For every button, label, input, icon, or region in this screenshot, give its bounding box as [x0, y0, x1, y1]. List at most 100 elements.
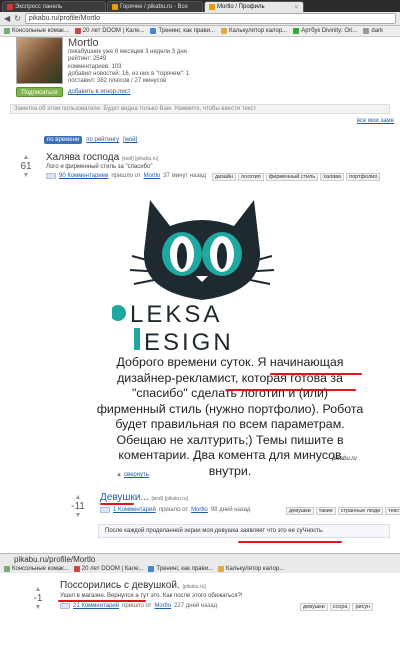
post-actions-icon[interactable]: [60, 603, 70, 609]
bookmark-icon: [150, 28, 157, 34]
bookmark-item[interactable]: 20 лет DOOM | Кале...: [74, 28, 144, 34]
collapse-icon: ▲: [116, 472, 122, 478]
logo-o-icon: [112, 305, 126, 321]
browser-tab[interactable]: Экспресс панель: [2, 1, 106, 12]
post-quote: После каждой проделанной херни моя девуш…: [98, 524, 390, 538]
underline-mark: [270, 373, 362, 375]
overlay-browser-bar: pikabu.ru/profile/Mortlo Консольные кома…: [0, 553, 400, 573]
tab-favicon-icon: [112, 4, 118, 10]
bookmark-icon: [74, 28, 81, 34]
underline-mark: [226, 389, 356, 391]
tag[interactable]: рисун: [352, 603, 374, 611]
reload-icon[interactable]: ↻: [14, 14, 21, 23]
overlay-bookmarks: Консольные комак... 20 лет DOOM | Кале..…: [0, 564, 400, 574]
post-title[interactable]: Поссорились с девушкой. [pikabu.ru]: [60, 580, 206, 591]
collapse-toggle[interactable]: ▲ свернуть: [116, 472, 149, 478]
profile-rating: рейтинг: 2549: [68, 56, 107, 63]
browser-tab[interactable]: Горячее / pikabu.ru - Все: [107, 1, 203, 12]
author-link[interactable]: Mortlo: [154, 603, 171, 609]
tag[interactable]: фирменный стиль: [265, 173, 319, 181]
sort-by-rating[interactable]: по рейтингу: [86, 137, 119, 143]
add-to-ignore-link[interactable]: добавить в игнор-лист: [68, 89, 131, 95]
author-link[interactable]: Mortlo: [191, 507, 208, 513]
post-rating: ▲ 61 ▼: [14, 154, 38, 179]
comments-link[interactable]: 21 Комментарий: [73, 603, 119, 609]
tag[interactable]: халява: [320, 173, 345, 181]
post-title[interactable]: Девушки... [мой] [pikabu.ru]: [100, 492, 188, 503]
tag[interactable]: девушки: [286, 507, 314, 515]
bookmark-item[interactable]: Консольные комак...: [4, 28, 69, 34]
tab-favicon-icon: [7, 4, 13, 10]
bookmark-icon: [363, 28, 370, 34]
bookmark-icon: [293, 28, 300, 34]
author-link[interactable]: Mortlo: [144, 173, 161, 179]
tag[interactable]: дизайн: [212, 173, 236, 181]
bookmark-icon: [148, 566, 155, 572]
rating-value: -1: [33, 593, 43, 604]
sort-controls: по времени по рейтингу [мой]: [44, 136, 137, 144]
comments-link[interactable]: 1 Комментарий: [113, 507, 156, 513]
profile-comments: комментариев: 103: [68, 63, 122, 70]
post-meta: 90 Комментариев пришло от Mortlo 37 мину…: [46, 173, 206, 179]
logo-d-icon: [134, 328, 140, 350]
bookmark-item[interactable]: Артбук Divinity: Ori...: [293, 28, 357, 34]
upvote-icon[interactable]: ▲: [14, 154, 38, 161]
bookmark-item[interactable]: Тренинг, как прави...: [150, 28, 215, 34]
comments-link[interactable]: 90 Комментариев: [59, 173, 108, 179]
tag[interactable]: ссора: [329, 603, 351, 611]
subscribe-button[interactable]: Подписаться: [16, 87, 63, 97]
bookmark-icon: [4, 28, 10, 34]
bookmark-icon: [218, 566, 225, 572]
post-title-extra: [pikabu.ru]: [182, 584, 206, 590]
post-actions-icon[interactable]: [100, 507, 110, 513]
underline-mark: [100, 503, 134, 505]
browser-tab-bar: Экспресс панель Горячее / pikabu.ru - Вс…: [0, 0, 400, 12]
post-tags: девушки ссора рисун: [300, 603, 374, 611]
downvote-icon[interactable]: ▼: [66, 512, 90, 519]
post-meta: 21 Комментарий пришло от Mortlo 227 дней…: [60, 603, 217, 609]
post-title[interactable]: Халява господа [мой] [pikabu.ru]: [46, 152, 158, 163]
underline-mark: [58, 600, 146, 602]
tag[interactable]: текст: [385, 507, 400, 515]
post-tags: дизайн логотип фирменный стиль халява по…: [212, 173, 381, 181]
downvote-icon[interactable]: ▼: [14, 172, 38, 179]
post-subtitle: Ушел в магазин. Вернулся а тут это. Как …: [60, 593, 243, 599]
upvote-icon[interactable]: ▲: [66, 494, 90, 501]
url-input[interactable]: pikabu.ru/profile/Mortlo: [24, 13, 396, 24]
tag[interactable]: такие: [315, 507, 336, 515]
tag[interactable]: странные люди: [337, 507, 384, 515]
back-icon[interactable]: ◀: [4, 14, 10, 23]
post-subtitle: Лого и фирменный стиль за "спасибо": [46, 164, 153, 170]
sort-by-time[interactable]: по времени: [44, 136, 83, 144]
post-tags: девушки такие странные люди текст: [286, 507, 400, 515]
address-bar: ◀ ↻ pikabu.ru/profile/Mortlo: [0, 12, 400, 26]
all-my-notes-link[interactable]: все мои заме: [357, 118, 394, 124]
tag[interactable]: портфолио: [346, 173, 381, 181]
post-actions-icon[interactable]: [46, 173, 56, 179]
bookmark-item[interactable]: dark: [363, 28, 383, 34]
bookmark-item[interactable]: Тренинг, как прави...: [148, 566, 213, 572]
post-meta: 1 Комментарий пришло от Mortlo 98 дней н…: [100, 507, 250, 513]
rating-value: -11: [71, 501, 85, 512]
close-tab-icon[interactable]: ✕: [294, 4, 299, 11]
bookmark-icon: [73, 566, 80, 572]
bookmark-item[interactable]: Калькулятор калор...: [218, 566, 284, 572]
post: ▲ -1 ▼ Поссорились с девушкой. [pikabu.r…: [0, 578, 400, 638]
bookmark-item[interactable]: 20 лет DOOM | Кале...: [73, 566, 143, 572]
tag[interactable]: логотип: [237, 173, 264, 181]
profile-news: добавил новостей: 16, из них в "горячем"…: [68, 70, 190, 77]
profile-name: Mortlo: [68, 37, 99, 49]
profile-panel: Подписаться Mortlo пикабушник уже 8 меся…: [0, 37, 400, 119]
overlay-url[interactable]: pikabu.ru/profile/Mortlo: [14, 555, 95, 564]
bookmark-item[interactable]: Калькулятор калор...: [221, 28, 287, 34]
tab-label: Экспресс панель: [15, 4, 63, 10]
sort-mine[interactable]: [мой]: [123, 137, 137, 143]
tag[interactable]: девушки: [300, 603, 328, 611]
upvote-icon[interactable]: ▲: [26, 586, 50, 593]
logo-line2: ESIGN: [144, 329, 234, 352]
tab-label: Горячее / pikabu.ru - Все: [120, 4, 188, 10]
downvote-icon[interactable]: ▼: [26, 604, 50, 611]
browser-tab-active[interactable]: Mortlo / Профиль ✕: [204, 1, 304, 12]
bookmark-item[interactable]: Консольные комак...: [4, 566, 69, 572]
user-note-field[interactable]: Заметка об этом пользователе. Будет видн…: [10, 104, 390, 114]
